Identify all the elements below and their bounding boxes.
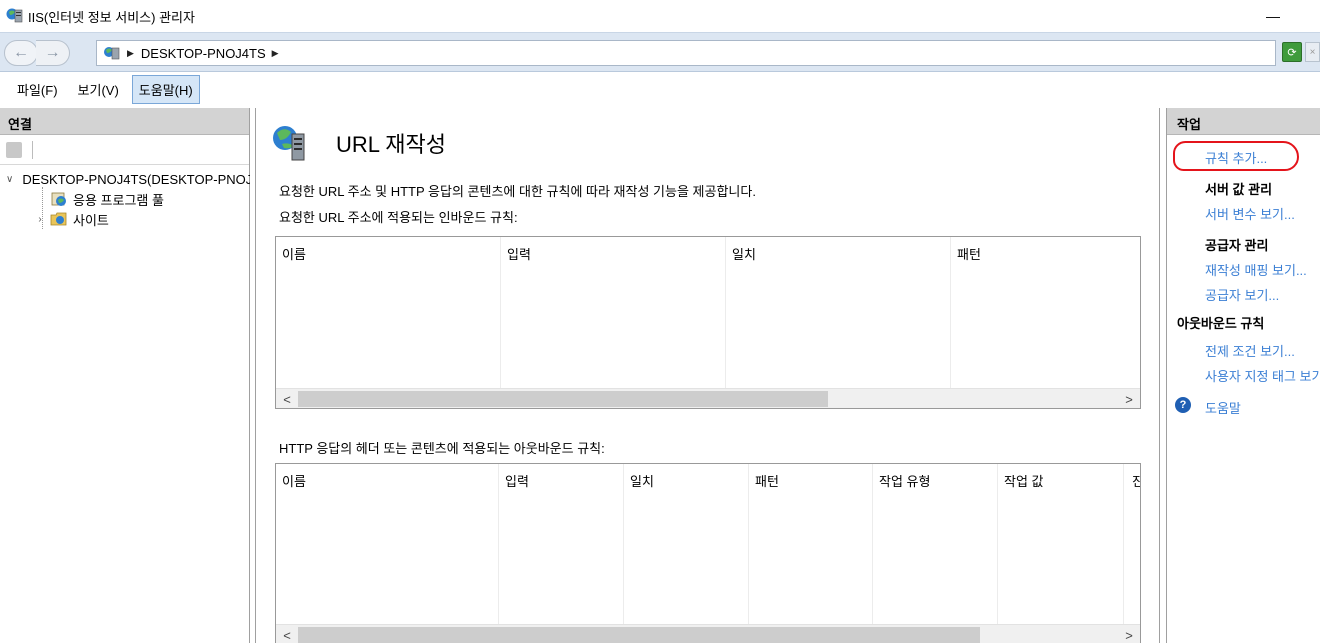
column-header-label: 입력 [507,247,531,262]
outbound-rules-heading: 아웃바운드 규칙 [1177,316,1265,331]
column-header-label: 작업 값 [1004,474,1044,489]
column-header-label: 이름 [282,474,306,489]
breadcrumb-server[interactable]: DESKTOP-PNOJ4TS [141,46,266,61]
breadcrumb-separator[interactable]: ▶ [127,48,134,59]
view-rewrite-maps-link[interactable]: 재작성 매핑 보기... [1205,260,1307,279]
inbound-horizontal-scrollbar[interactable]: < > [276,388,1140,408]
create-connection-icon[interactable] [6,142,22,158]
stop-icon: × [1309,46,1316,58]
tree-node-server-label: DESKTOP-PNOJ4TS(DESKTOP-PNOJ4TS\user) [22,171,250,187]
page-title: URL 재작성 [336,132,447,157]
title-bar: IIS(인터넷 정보 서비스) 관리자 — [0,0,1320,32]
back-button[interactable]: ← [4,40,38,66]
column-header-label: 일치 [630,474,654,489]
view-preconditions-link[interactable]: 전제 조건 보기... [1205,341,1295,360]
refresh-icon: ⟳ [1287,46,1297,59]
column-header-label: 작업 유형 [879,474,931,489]
scroll-left-arrow[interactable]: < [278,390,296,408]
server-icon [104,47,120,60]
column-header-action-type[interactable]: 작업 유형 [873,464,998,624]
feature-view: URL 재작성 요청한 URL 주소 및 HTTP 응답의 콘텐츠에 대한 규칙… [255,108,1160,643]
forward-button[interactable]: → [36,40,70,66]
view-providers-link[interactable]: 공급자 보기... [1205,285,1279,304]
column-header-match[interactable]: 일치 [726,237,951,388]
collapse-chevron-icon[interactable]: ∨ [6,174,13,185]
server-vars-heading: 서버 값 관리 [1205,182,1273,197]
column-header-input[interactable]: 입력 [499,464,624,624]
tree-node-server[interactable]: ∨ DESKTOP-PNOJ4TS(DESKTOP-PNOJ4TS\user) [6,169,250,189]
forward-arrow-icon: → [44,44,61,61]
column-header-truncated[interactable]: 진 [1124,464,1140,624]
outbound-rules-label: HTTP 응답의 헤더 또는 콘텐츠에 적용되는 아웃바운드 규칙: [279,441,605,456]
help-link[interactable]: 도움말 [1205,398,1241,417]
column-header-name[interactable]: 이름 [276,237,501,388]
tree-node-sites[interactable]: › 사이트 [34,209,109,229]
stop-button[interactable]: × [1305,42,1320,62]
connections-header: 연결 [0,108,249,135]
expand-chevron-icon[interactable]: › [34,214,46,225]
actions-pane: 작업 규칙 추가... 서버 값 관리 서버 변수 보기... 공급자 관리 재… [1166,108,1320,643]
scroll-right-arrow[interactable]: > [1120,390,1138,408]
help-icon[interactable]: ? [1175,397,1191,413]
address-bar: ← → ▶ DESKTOP-PNOJ4TS ▶ ⟳ × [0,32,1320,72]
column-header-label: 진 [1132,474,1140,489]
app-pool-icon [51,192,66,206]
column-header-label: 패턴 [755,474,779,489]
tree-node-app-pools-label: 응용 프로그램 풀 [73,192,164,208]
menu-help[interactable]: 도움말(H) [131,75,200,104]
inbound-rules-grid[interactable]: 이름 입력 일치 패턴 < > [275,236,1141,409]
column-header-name[interactable]: 이름 [276,464,499,624]
scroll-right-arrow[interactable]: > [1120,626,1138,643]
inbound-rules-label: 요청한 URL 주소에 적용되는 인바운드 규칙: [279,210,518,225]
column-header-label: 이름 [282,247,306,262]
toolbar-separator [32,141,33,159]
scrollbar-thumb[interactable] [298,391,828,407]
connections-pane: 연결 ∨ DESKTOP-PNOJ4TS(DESKTOP-PNOJ4TS\use… [0,108,250,643]
outbound-horizontal-scrollbar[interactable]: < > [276,624,1140,643]
menu-view[interactable]: 보기(V) [71,75,126,104]
column-header-label: 패턴 [957,247,981,262]
view-server-vars-link[interactable]: 서버 변수 보기... [1205,204,1295,223]
column-header-input[interactable]: 입력 [501,237,726,388]
feature-description: 요청한 URL 주소 및 HTTP 응답의 콘텐츠에 대한 규칙에 따라 재작성… [279,184,756,199]
view-custom-tags-link[interactable]: 사용자 지정 태그 보기... [1205,366,1320,385]
column-header-label: 입력 [505,474,529,489]
column-header-pattern[interactable]: 패턴 [749,464,873,624]
actions-header: 작업 [1167,108,1320,135]
iis-app-icon [6,8,23,23]
providers-heading: 공급자 관리 [1205,238,1269,253]
menu-file[interactable]: 파일(F) [10,75,65,104]
scrollbar-thumb[interactable] [298,627,980,643]
url-rewrite-icon [273,126,305,161]
menu-bar: 파일(F) 보기(V) 도움말(H) [0,73,1320,106]
outbound-rules-grid[interactable]: 이름 입력 일치 패턴 작업 유형 작업 값 진 < > [275,463,1141,643]
refresh-button[interactable]: ⟳ [1282,42,1302,62]
column-header-match[interactable]: 일치 [624,464,749,624]
column-header-action-value[interactable]: 작업 값 [998,464,1124,624]
column-header-label: 일치 [732,247,756,262]
sites-folder-icon [50,212,67,226]
breadcrumb-separator-end[interactable]: ▶ [272,48,279,59]
add-rule-link[interactable]: 규칙 추가... [1205,148,1267,167]
back-arrow-icon: ← [13,44,29,61]
minimize-button[interactable]: — [1258,0,1288,32]
window-title: IIS(인터넷 정보 서비스) 관리자 [28,10,195,25]
connections-toolbar [0,135,249,165]
scroll-left-arrow[interactable]: < [278,626,296,643]
address-field[interactable]: ▶ DESKTOP-PNOJ4TS ▶ [96,40,1276,66]
tree-node-app-pools[interactable]: 응용 프로그램 풀 [50,189,164,209]
connections-tree: ∨ DESKTOP-PNOJ4TS(DESKTOP-PNOJ4TS\user) … [0,165,250,565]
column-header-pattern[interactable]: 패턴 [951,237,1140,388]
tree-node-sites-label: 사이트 [73,212,109,228]
